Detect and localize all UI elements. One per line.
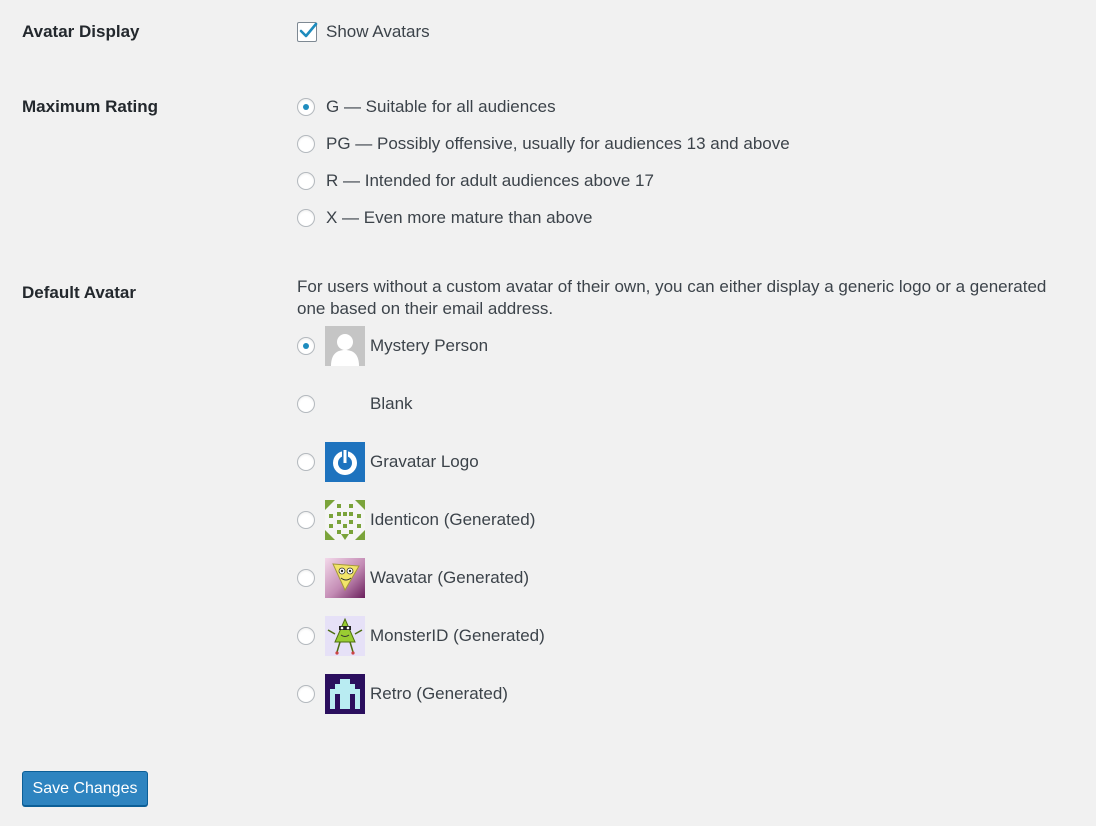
avatar-label-gravatar: Gravatar Logo xyxy=(370,452,479,471)
avatar-label-wavatar: Wavatar (Generated) xyxy=(370,568,530,587)
avatar-label-mystery: Mystery Person xyxy=(370,336,489,355)
rating-radio-g[interactable] xyxy=(297,98,315,116)
default-avatar-label: Default Avatar xyxy=(22,283,136,302)
rating-radio-x[interactable] xyxy=(297,209,315,227)
avatar-label-retro: Retro (Generated) xyxy=(370,684,508,703)
rating-option-r[interactable]: R — Intended for adult audiences above 1… xyxy=(297,169,654,193)
rating-label-pg: PG — Possibly offensive, usually for aud… xyxy=(326,134,790,153)
avatar-radio-blank[interactable] xyxy=(297,395,315,413)
rating-radio-r[interactable] xyxy=(297,172,315,190)
avatar-label-identicon: Identicon (Generated) xyxy=(370,510,536,529)
blank-icon xyxy=(325,384,365,424)
show-avatars-checkbox[interactable] xyxy=(297,22,318,42)
rating-option-pg[interactable]: PG — Possibly offensive, usually for aud… xyxy=(297,132,790,156)
default-avatar-description: For users without a custom avatar of the… xyxy=(297,277,1047,318)
retro-icon xyxy=(325,674,365,714)
rating-label-r: R — Intended for adult audiences above 1… xyxy=(326,171,654,190)
rating-label-x: X — Even more mature than above xyxy=(326,208,593,227)
checkmark-icon xyxy=(299,22,318,38)
avatar-label-blank: Blank xyxy=(370,394,413,413)
avatar-option-mystery[interactable]: Mystery Person xyxy=(297,326,488,366)
mystery-person-icon xyxy=(325,326,365,366)
avatar-radio-gravatar[interactable] xyxy=(297,453,315,471)
rating-option-g[interactable]: G — Suitable for all audiences xyxy=(297,95,556,119)
avatar-radio-identicon[interactable] xyxy=(297,511,315,529)
save-changes-button[interactable]: Save Changes xyxy=(22,771,148,806)
avatar-option-retro[interactable]: Retro (Generated) xyxy=(297,674,508,714)
avatar-option-blank[interactable]: Blank xyxy=(297,384,413,424)
rating-radio-pg[interactable] xyxy=(297,135,315,153)
avatar-option-monsterid[interactable]: MonsterID (Generated) xyxy=(297,616,545,656)
avatar-option-wavatar[interactable]: Wavatar (Generated) xyxy=(297,558,529,598)
rating-label-g: G — Suitable for all audiences xyxy=(326,97,556,116)
avatar-display-label: Avatar Display xyxy=(22,22,140,41)
monsterid-icon xyxy=(325,616,365,656)
show-avatars-label: Show Avatars xyxy=(326,22,430,41)
avatar-radio-monsterid[interactable] xyxy=(297,627,315,645)
wavatar-icon xyxy=(325,558,365,598)
gravatar-logo-icon xyxy=(325,442,365,482)
avatar-radio-mystery[interactable] xyxy=(297,337,315,355)
rating-option-x[interactable]: X — Even more mature than above xyxy=(297,206,592,230)
maximum-rating-label: Maximum Rating xyxy=(22,97,159,116)
identicon-icon xyxy=(325,500,365,540)
avatar-option-gravatar[interactable]: Gravatar Logo xyxy=(297,442,479,482)
avatar-radio-wavatar[interactable] xyxy=(297,569,315,587)
avatar-option-identicon[interactable]: Identicon (Generated) xyxy=(297,500,535,540)
show-avatars-option[interactable]: Show Avatars xyxy=(297,20,430,44)
avatar-label-monsterid: MonsterID (Generated) xyxy=(370,626,545,645)
avatar-radio-retro[interactable] xyxy=(297,685,315,703)
